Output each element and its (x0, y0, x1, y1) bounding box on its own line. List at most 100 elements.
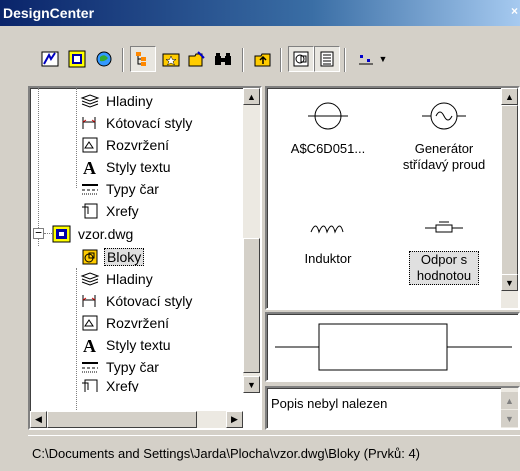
xref-icon (82, 379, 98, 392)
layout-icon (82, 315, 98, 331)
scroll-up-icon[interactable]: ▲ (243, 88, 260, 105)
scroll-left-icon[interactable]: ◀ (30, 411, 47, 428)
scroll-down-icon[interactable]: ▼ (243, 376, 260, 393)
tree-item[interactable]: Hladiny (80, 268, 155, 290)
palette-vertical-scrollbar[interactable]: ▲ ▼ (501, 88, 518, 308)
drawing-icon (52, 225, 71, 243)
textstyle-icon: A (83, 336, 96, 354)
palette-item-caption: A$C6D051... (290, 141, 366, 156)
tree-item[interactable]: Hladiny (80, 90, 155, 112)
tree-toggle-button[interactable] (130, 46, 156, 72)
textstyle-icon: A (83, 158, 96, 176)
description-scrollbar[interactable]: ▲ ▼ (501, 388, 518, 428)
load-drawing-button[interactable] (184, 46, 210, 72)
tree-item[interactable]: Typy čar (80, 356, 161, 378)
tree-item-label: Kótovací styly (106, 293, 193, 309)
resistor-preview-icon (275, 323, 512, 371)
layers-icon (80, 272, 100, 286)
scroll-down-icon[interactable]: ▼ (501, 274, 518, 291)
description-button[interactable] (314, 46, 340, 72)
open-drawings-button[interactable] (64, 46, 90, 72)
tree-item-drawing[interactable]: vzor.dwg (52, 223, 135, 245)
tree-item-label: vzor.dwg (78, 226, 134, 242)
history-button[interactable] (91, 46, 117, 72)
load-drawing-icon (188, 51, 205, 67)
svg-text:A: A (83, 336, 96, 354)
palette-item-caption: Induktor (304, 251, 352, 266)
tree-item-label: Hladiny (106, 271, 153, 287)
status-path: C:\Documents and Settings\Jarda\Plocha\v… (32, 446, 421, 461)
lamp-symbol-icon (308, 102, 348, 130)
ac-generator-symbol-icon (422, 102, 466, 130)
tree-toggle-icon (136, 52, 146, 66)
side-strip (0, 26, 26, 471)
tree-item[interactable]: Rozvržení (80, 134, 171, 156)
palette-item[interactable]: Induktor (269, 212, 387, 267)
linetype-icon (82, 184, 98, 195)
dimstyle-icon (82, 295, 96, 307)
description-icon (320, 51, 334, 67)
tree-item[interactable]: Kótovací styly (80, 290, 194, 312)
toolbar-separator (122, 48, 124, 72)
tree-horizontal-scrollbar[interactable]: ◀ ▶ (30, 411, 243, 428)
tree-item-label: Typy čar (106, 181, 159, 197)
scroll-thumb-horizontal[interactable] (47, 411, 197, 428)
tree-item-label: Xrefy (106, 378, 139, 392)
tree-item-label: Xrefy (106, 203, 139, 219)
linetype-icon (82, 362, 98, 373)
palette-item[interactable]: A$C6D051... (269, 98, 387, 157)
close-icon[interactable]: × (511, 4, 518, 18)
tree-vertical-scrollbar[interactable]: ▲ ▼ (243, 88, 260, 393)
tree-item[interactable]: Xrefy (80, 200, 141, 222)
resistor-value-symbol-icon (425, 221, 463, 233)
svg-text:A: A (83, 158, 96, 176)
load-button[interactable] (37, 46, 63, 72)
search-icon (215, 53, 231, 65)
tree-item-label: Hladiny (106, 93, 153, 109)
blocks-icon (82, 249, 98, 265)
scroll-thumb[interactable] (243, 238, 260, 373)
views-icon (358, 55, 373, 65)
scroll-up-icon[interactable]: ▲ (501, 88, 518, 105)
tree-item[interactable]: Bloky (80, 246, 145, 268)
status-bar: C:\Documents and Settings\Jarda\Plocha\v… (28, 435, 520, 471)
toolbar-separator (280, 48, 282, 72)
tree-item[interactable]: A Styly textu (80, 334, 173, 356)
palette-item[interactable]: Odpor s hodnotou (385, 212, 503, 285)
layout-icon (82, 137, 98, 153)
scroll-up-icon[interactable]: ▲ (501, 392, 518, 409)
tree-item-label: Bloky (104, 248, 145, 266)
title-bar[interactable]: DesignCenter × (0, 0, 520, 26)
tree-item-label: Styly textu (106, 337, 171, 353)
scroll-thumb[interactable] (501, 105, 518, 275)
dropdown-arrow-icon: ▼ (378, 54, 388, 64)
tree-item[interactable]: Kótovací styly (80, 112, 194, 134)
views-button[interactable]: ▼ (352, 46, 392, 72)
description-text: Popis nebyl nalezen (271, 396, 388, 411)
preview-button[interactable] (288, 46, 314, 72)
scroll-right-icon[interactable]: ▶ (226, 411, 243, 428)
favorites-button[interactable] (158, 46, 184, 72)
tree-view[interactable]: Hladiny Kótovací styly Rozvržení A Styly… (28, 86, 262, 430)
tree-item-label: Rozvržení (106, 137, 170, 153)
toolbar: ▼ (0, 46, 520, 78)
collapse-toggle[interactable]: − (33, 227, 44, 239)
tree-item[interactable]: A Styly textu (80, 156, 173, 178)
palette-item[interactable]: Generátor střídavý proud (385, 98, 503, 173)
tree-item-label: Rozvržení (106, 315, 170, 331)
search-button[interactable] (210, 46, 236, 72)
palette-view[interactable]: A$C6D051... Generátor střídavý proud Ind… (265, 86, 520, 310)
toolbar-separator (242, 48, 244, 72)
tree-item[interactable]: Typy čar (80, 178, 161, 200)
tree-item[interactable]: Xrefy (80, 378, 141, 392)
history-icon (96, 51, 112, 67)
inductor-symbol-icon (310, 225, 344, 234)
tree-item[interactable]: Rozvržení (80, 312, 171, 334)
layers-icon (80, 94, 100, 108)
up-button[interactable] (250, 46, 276, 72)
load-icon (41, 51, 59, 67)
scroll-down-icon[interactable]: ▼ (501, 410, 518, 427)
xref-icon (82, 203, 98, 219)
palette-item-caption: Odpor s hodnotou (409, 251, 479, 285)
favorites-icon (162, 53, 180, 67)
